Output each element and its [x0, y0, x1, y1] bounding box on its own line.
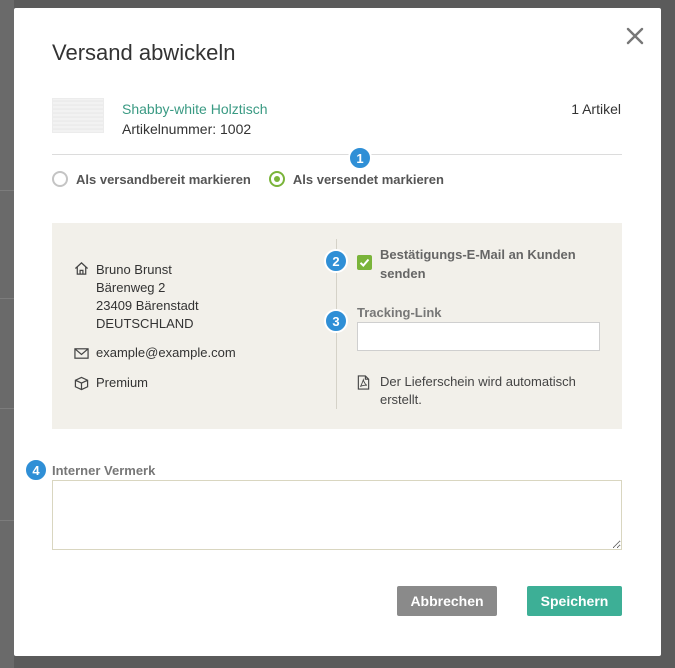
customer-city: 23409 Bärenstadt	[96, 298, 199, 313]
shipping-status-radio-group: Als versandbereit markieren Als versende…	[52, 171, 444, 187]
tracking-link-input[interactable]	[357, 322, 600, 351]
shipping-method: Premium	[96, 375, 149, 390]
internal-note-label: Interner Vermerk	[52, 463, 156, 478]
step-badge-1: 1	[348, 146, 372, 170]
dialog-title: Versand abwickeln	[52, 40, 236, 65]
home-icon	[74, 262, 89, 275]
step-badge-4: 4	[24, 458, 48, 482]
background-divider	[0, 408, 14, 409]
tracking-link-label: Tracking-Link	[357, 305, 442, 320]
background-page	[0, 0, 14, 668]
customer-name: Bruno Brunst	[96, 262, 172, 277]
delivery-note-info: Der Lieferschein wird automatisch erstel…	[380, 374, 576, 407]
ship-dialog: Versand abwickeln Shabby-white Holztisch…	[14, 8, 661, 656]
step-badge-3: 3	[324, 309, 348, 333]
customer-street: Bärenweg 2	[96, 280, 166, 295]
shipping-address: Bruno Brunst Bärenweg 2 23409 Bärenstadt…	[96, 261, 199, 333]
pdf-icon	[357, 375, 370, 390]
customer-email: example@example.com	[96, 345, 236, 360]
background-divider	[0, 520, 14, 521]
background-divider	[0, 190, 14, 191]
package-icon	[74, 376, 89, 391]
checkmark-icon	[359, 258, 370, 267]
confirmation-email-checkbox[interactable]	[357, 255, 372, 270]
radio-label: Als versandbereit markieren	[76, 171, 251, 187]
shipping-details-panel: Bruno Brunst Bärenweg 2 23409 Bärenstadt…	[52, 223, 622, 429]
radio-shipped[interactable]: Als versendet markieren	[268, 171, 444, 187]
step-badge-2: 2	[324, 249, 348, 273]
close-icon[interactable]	[625, 26, 645, 46]
product-thumbnail	[52, 98, 104, 133]
radio-circle[interactable]	[52, 171, 68, 187]
confirmation-email-label: Bestätigungs-E-Mail an Kunden senden	[380, 247, 576, 281]
internal-note-textarea[interactable]	[52, 480, 622, 550]
customer-country: DEUTSCHLAND	[96, 316, 194, 331]
divider	[52, 154, 622, 155]
radio-circle-checked[interactable]	[268, 171, 285, 187]
product-sku: Artikelnummer: 1002	[122, 121, 252, 137]
product-name-link[interactable]: Shabby-white Holztisch	[122, 101, 268, 117]
save-button[interactable]: Speichern	[527, 586, 622, 616]
radio-ready-to-ship[interactable]: Als versandbereit markieren	[52, 171, 251, 187]
radio-label: Als versendet markieren	[292, 171, 444, 187]
envelope-icon	[74, 348, 89, 359]
product-quantity: 1 Artikel	[571, 101, 621, 117]
cancel-button[interactable]: Abbrechen	[397, 586, 497, 616]
background-divider	[0, 298, 14, 299]
